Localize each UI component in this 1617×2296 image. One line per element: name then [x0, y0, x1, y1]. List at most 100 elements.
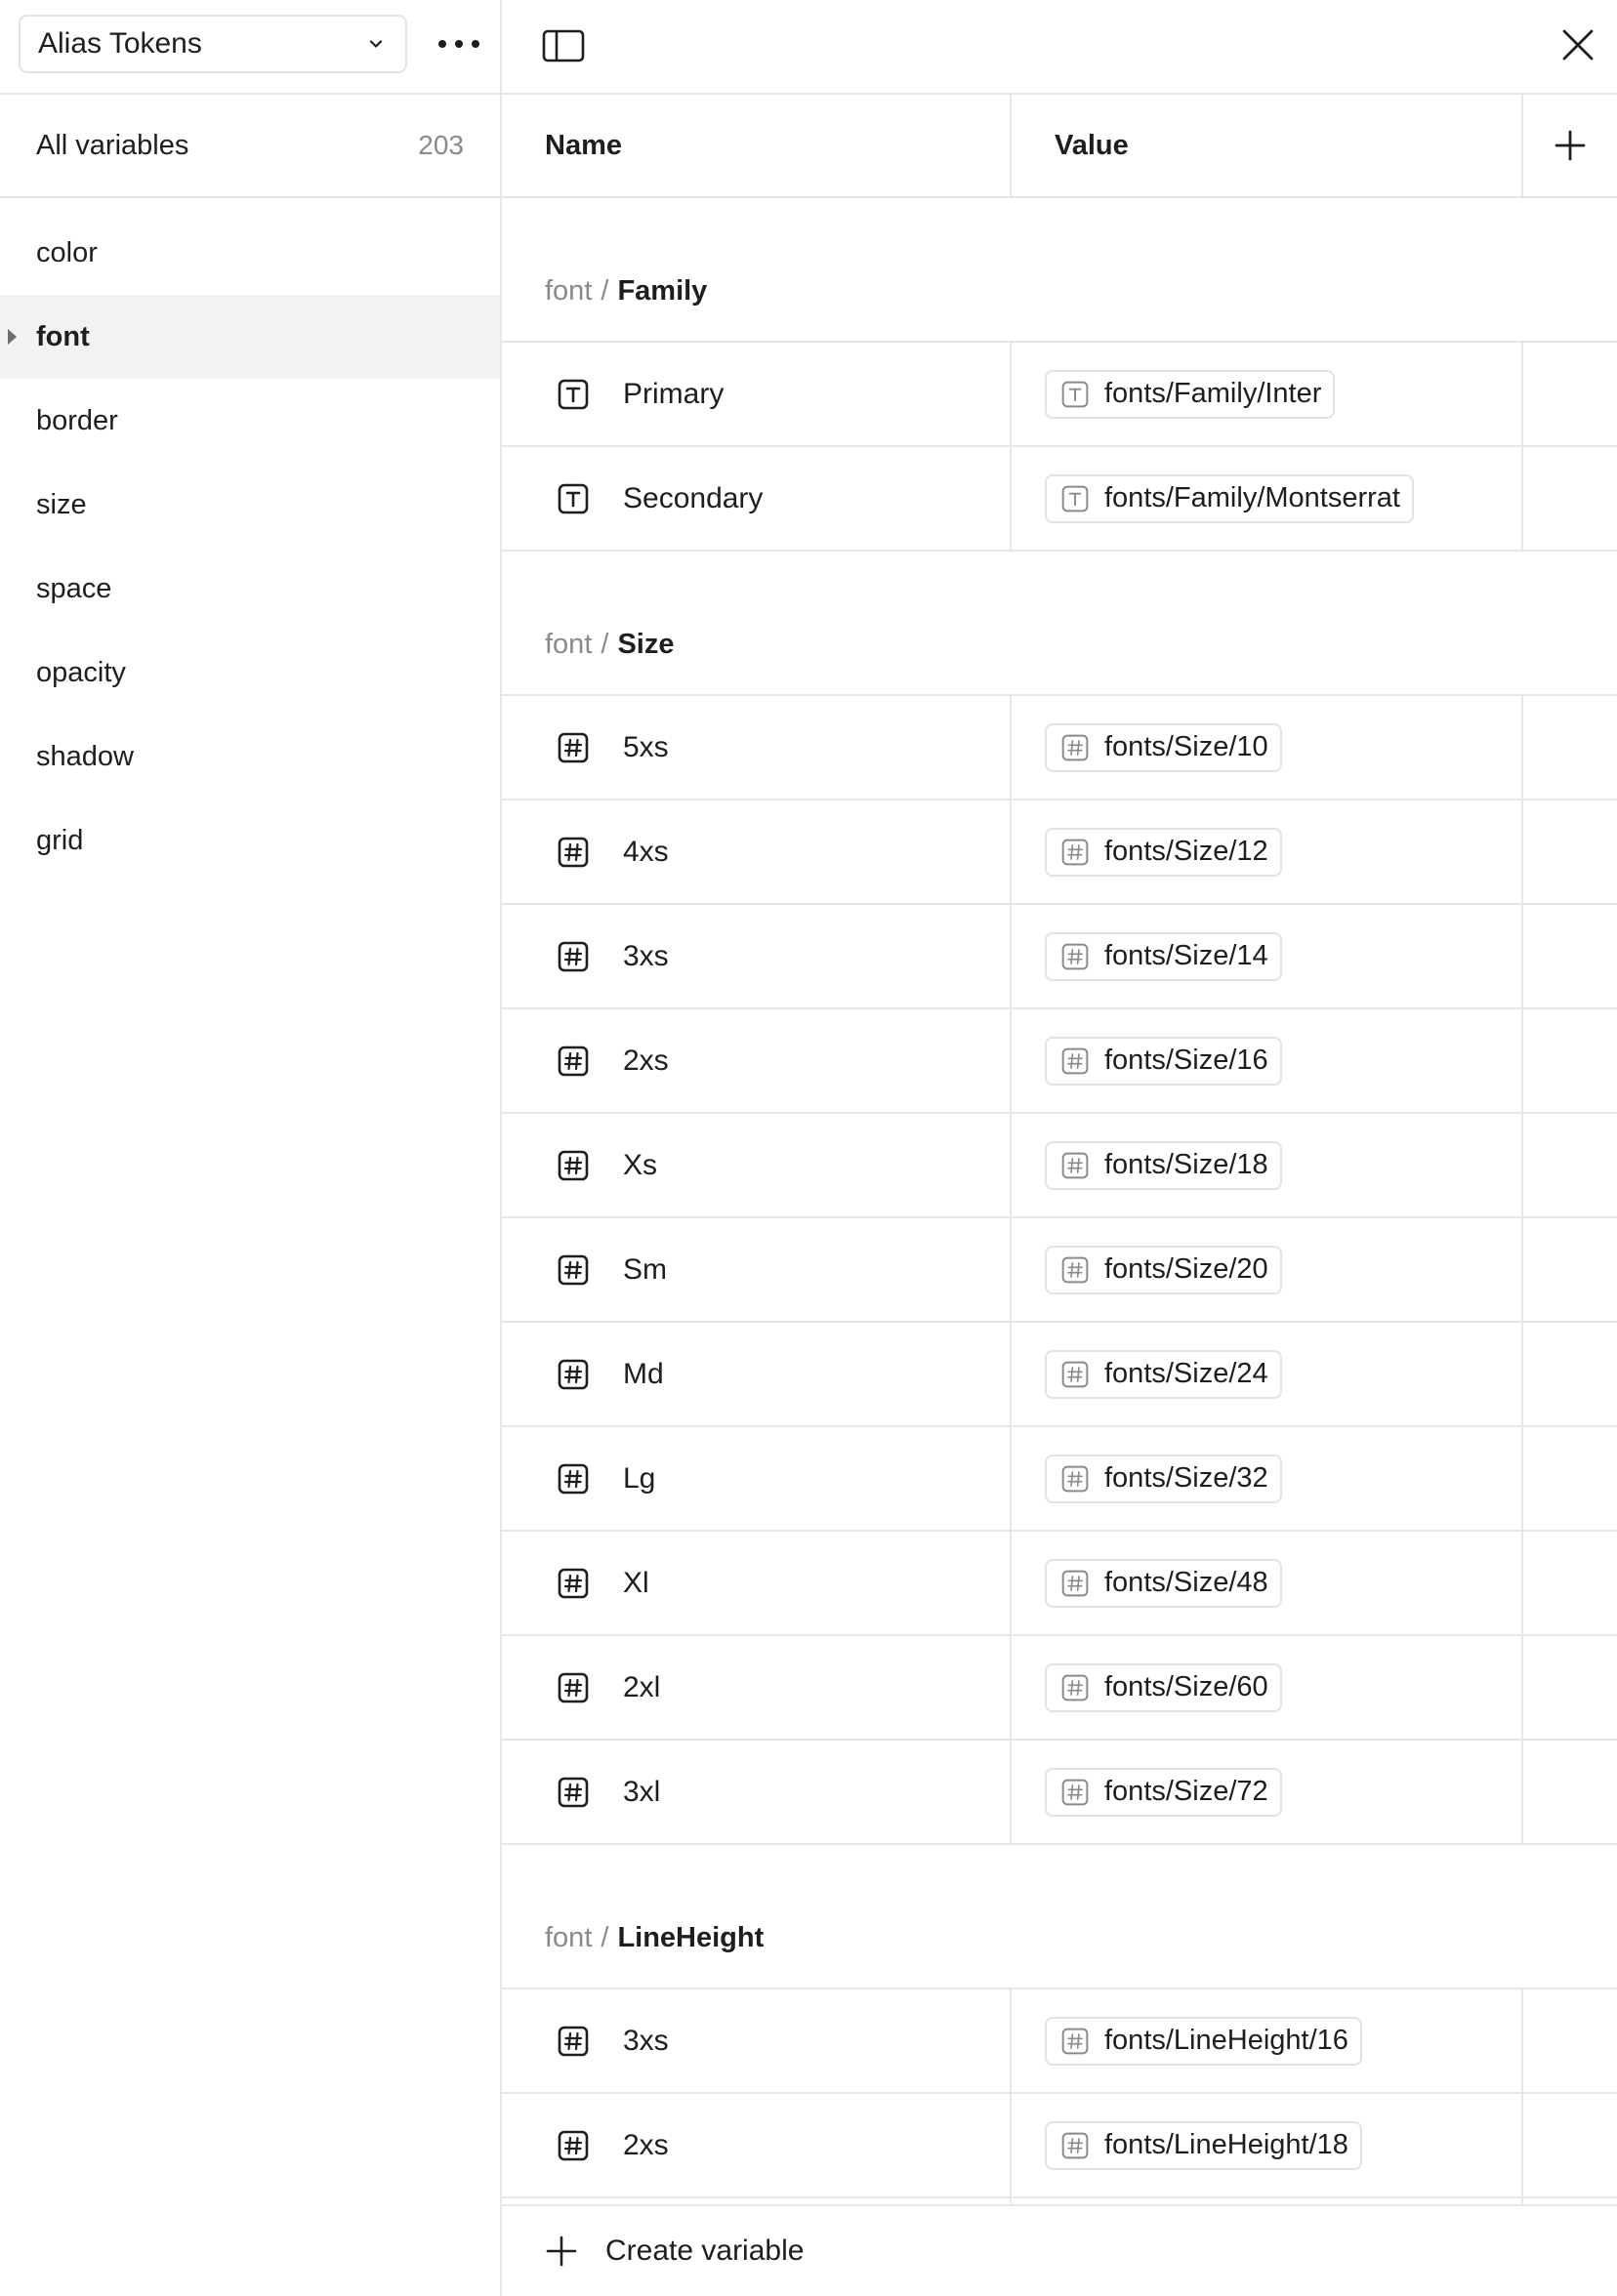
number-type-icon — [557, 2129, 590, 2162]
alias-value-pill[interactable]: fonts/Size/14 — [1045, 931, 1282, 981]
variables-table[interactable]: font / Family Primary fonts/Family/Inter Seco… — [502, 198, 1617, 2203]
variable-value-cell[interactable]: fonts/Size/18 — [1012, 1114, 1523, 1216]
variable-name-cell[interactable]: Secondary — [502, 447, 1012, 550]
column-header-name[interactable]: Name — [502, 95, 1012, 196]
alias-value-text: fonts/LineHeight/16 — [1104, 2025, 1348, 2056]
variable-name-cell[interactable]: 2xl — [502, 1636, 1012, 1739]
variable-name-cell[interactable]: Primary — [502, 343, 1012, 445]
text-type-icon — [557, 378, 590, 411]
variable-name-cell[interactable]: 2xs — [502, 2094, 1012, 2196]
variable-name: Xl — [623, 1566, 649, 1599]
variable-value-cell[interactable]: fonts/LineHeight/16 — [1012, 1989, 1523, 2092]
table-row[interactable]: Primary fonts/Family/Inter — [502, 343, 1617, 447]
alias-value-pill[interactable]: fonts/Size/10 — [1045, 722, 1282, 772]
variable-name-cell[interactable]: 5xs — [502, 696, 1012, 799]
number-type-icon — [557, 940, 590, 973]
number-type-icon — [1060, 1778, 1090, 1807]
table-row[interactable]: Xsfonts/LineHeight/20 — [502, 2198, 1617, 2203]
sidebar: Alias Tokens All variables 203 color font… — [0, 0, 502, 2296]
table-row[interactable]: 3xs fonts/Size/14 — [502, 905, 1617, 1009]
close-button[interactable] — [1556, 23, 1599, 66]
alias-value-pill[interactable]: fonts/Family/Montserrat — [1045, 473, 1414, 523]
table-row[interactable]: Lg fonts/Size/32 — [502, 1427, 1617, 1532]
variable-name-cell[interactable]: 3xl — [502, 1741, 1012, 1843]
variable-value-cell[interactable]: fonts/Family/Inter — [1012, 343, 1523, 445]
sidebar-toggle-button[interactable] — [541, 25, 586, 64]
create-variable-button[interactable]: Create variable — [502, 2204, 1617, 2296]
mode-cell — [1523, 1636, 1617, 1739]
alias-value-pill[interactable]: fonts/Size/32 — [1045, 1454, 1282, 1503]
variable-name-cell[interactable]: Xs — [502, 1114, 1012, 1216]
alias-value-text: fonts/LineHeight/18 — [1104, 2129, 1348, 2160]
alias-value-text: fonts/Size/14 — [1104, 940, 1268, 971]
variable-value-cell[interactable]: fonts/Size/12 — [1012, 800, 1523, 903]
alias-value-pill[interactable]: fonts/Size/20 — [1045, 1245, 1282, 1294]
table-row[interactable]: 5xs fonts/Size/10 — [502, 696, 1617, 800]
variable-value-cell[interactable]: fonts/LineHeight/20 — [1012, 2198, 1523, 2203]
variable-value-cell[interactable]: fonts/Size/16 — [1012, 1009, 1523, 1112]
alias-value-pill[interactable]: fonts/Family/Inter — [1045, 369, 1336, 419]
sidebar-item-opacity[interactable]: opacity — [0, 631, 500, 715]
table-row[interactable]: Md fonts/Size/24 — [502, 1323, 1617, 1427]
variable-value-cell[interactable]: fonts/Size/10 — [1012, 696, 1523, 799]
variable-name: Lg — [623, 1461, 656, 1495]
sidebar-item-font[interactable]: font — [0, 295, 500, 379]
table-row[interactable]: 3xs fonts/LineHeight/16 — [502, 1989, 1617, 2094]
variable-value-cell[interactable]: fonts/Size/32 — [1012, 1427, 1523, 1530]
alias-value-pill[interactable]: fonts/LineHeight/18 — [1045, 2120, 1362, 2170]
alias-value-pill[interactable]: fonts/Size/18 — [1045, 1140, 1282, 1190]
variable-name-cell[interactable]: 4xs — [502, 800, 1012, 903]
variable-name: Md — [623, 1357, 664, 1390]
table-row[interactable]: Xs fonts/Size/18 — [502, 1114, 1617, 1218]
alias-value-pill[interactable]: fonts/Size/48 — [1045, 1558, 1282, 1608]
all-variables-item[interactable]: All variables 203 — [0, 95, 500, 198]
table-row[interactable]: 4xs fonts/Size/12 — [502, 800, 1617, 905]
sidebar-item-size[interactable]: size — [0, 463, 500, 547]
alias-value-pill[interactable]: fonts/Size/60 — [1045, 1662, 1282, 1712]
add-mode-button[interactable] — [1523, 95, 1617, 196]
variable-value-cell[interactable]: fonts/Size/24 — [1012, 1323, 1523, 1425]
alias-value-pill[interactable]: fonts/Size/16 — [1045, 1036, 1282, 1086]
alias-value-pill[interactable]: fonts/Size/24 — [1045, 1349, 1282, 1399]
variable-value-cell[interactable]: fonts/Size/72 — [1012, 1741, 1523, 1843]
variable-value-cell[interactable]: fonts/LineHeight/18 — [1012, 2094, 1523, 2196]
column-header-value[interactable]: Value — [1012, 95, 1523, 196]
table-row[interactable]: Xl fonts/Size/48 — [502, 1532, 1617, 1636]
variable-name-cell[interactable]: 3xs — [502, 905, 1012, 1007]
sidebar-item-color[interactable]: color — [0, 211, 500, 295]
sidebar-item-grid[interactable]: grid — [0, 799, 500, 882]
sidebar-item-border[interactable]: border — [0, 379, 500, 463]
variable-name-cell[interactable]: Xs — [502, 2198, 1012, 2203]
alias-value-pill[interactable]: fonts/Size/72 — [1045, 1767, 1282, 1817]
more-options-button[interactable] — [430, 20, 488, 68]
variable-value-cell[interactable]: fonts/Size/60 — [1012, 1636, 1523, 1739]
text-type-icon — [1060, 380, 1090, 409]
variable-name-cell[interactable]: Lg — [502, 1427, 1012, 1530]
variable-value-cell[interactable]: fonts/Family/Montserrat — [1012, 447, 1523, 550]
table-row[interactable]: 2xs fonts/LineHeight/18 — [502, 2094, 1617, 2198]
table-row[interactable]: Secondary fonts/Family/Montserrat — [502, 447, 1617, 552]
number-type-icon — [1060, 838, 1090, 867]
variable-name-cell[interactable]: Xl — [502, 1532, 1012, 1634]
variable-name-cell[interactable]: 2xs — [502, 1009, 1012, 1112]
mode-cell — [1523, 696, 1617, 799]
sidebar-item-label: space — [36, 572, 112, 604]
sidebar-item-space[interactable]: space — [0, 547, 500, 631]
variable-name-cell[interactable]: 3xs — [502, 1989, 1012, 2092]
table-row[interactable]: 2xl fonts/Size/60 — [502, 1636, 1617, 1741]
variable-value-cell[interactable]: fonts/Size/48 — [1012, 1532, 1523, 1634]
collection-select[interactable]: Alias Tokens — [19, 15, 407, 73]
variable-value-cell[interactable]: fonts/Size/20 — [1012, 1218, 1523, 1321]
all-variables-count: 203 — [418, 130, 464, 160]
table-row[interactable]: Sm fonts/Size/20 — [502, 1218, 1617, 1323]
number-type-icon — [557, 731, 590, 764]
table-row[interactable]: 2xs fonts/Size/16 — [502, 1009, 1617, 1114]
sidebar-item-shadow[interactable]: shadow — [0, 715, 500, 799]
alias-value-pill[interactable]: fonts/Size/12 — [1045, 827, 1282, 877]
alias-value-pill[interactable]: fonts/LineHeight/16 — [1045, 2016, 1362, 2066]
variable-name-cell[interactable]: Md — [502, 1323, 1012, 1425]
variable-name-cell[interactable]: Sm — [502, 1218, 1012, 1321]
variable-value-cell[interactable]: fonts/Size/14 — [1012, 905, 1523, 1007]
plus-icon — [1555, 130, 1586, 161]
table-row[interactable]: 3xl fonts/Size/72 — [502, 1741, 1617, 1845]
